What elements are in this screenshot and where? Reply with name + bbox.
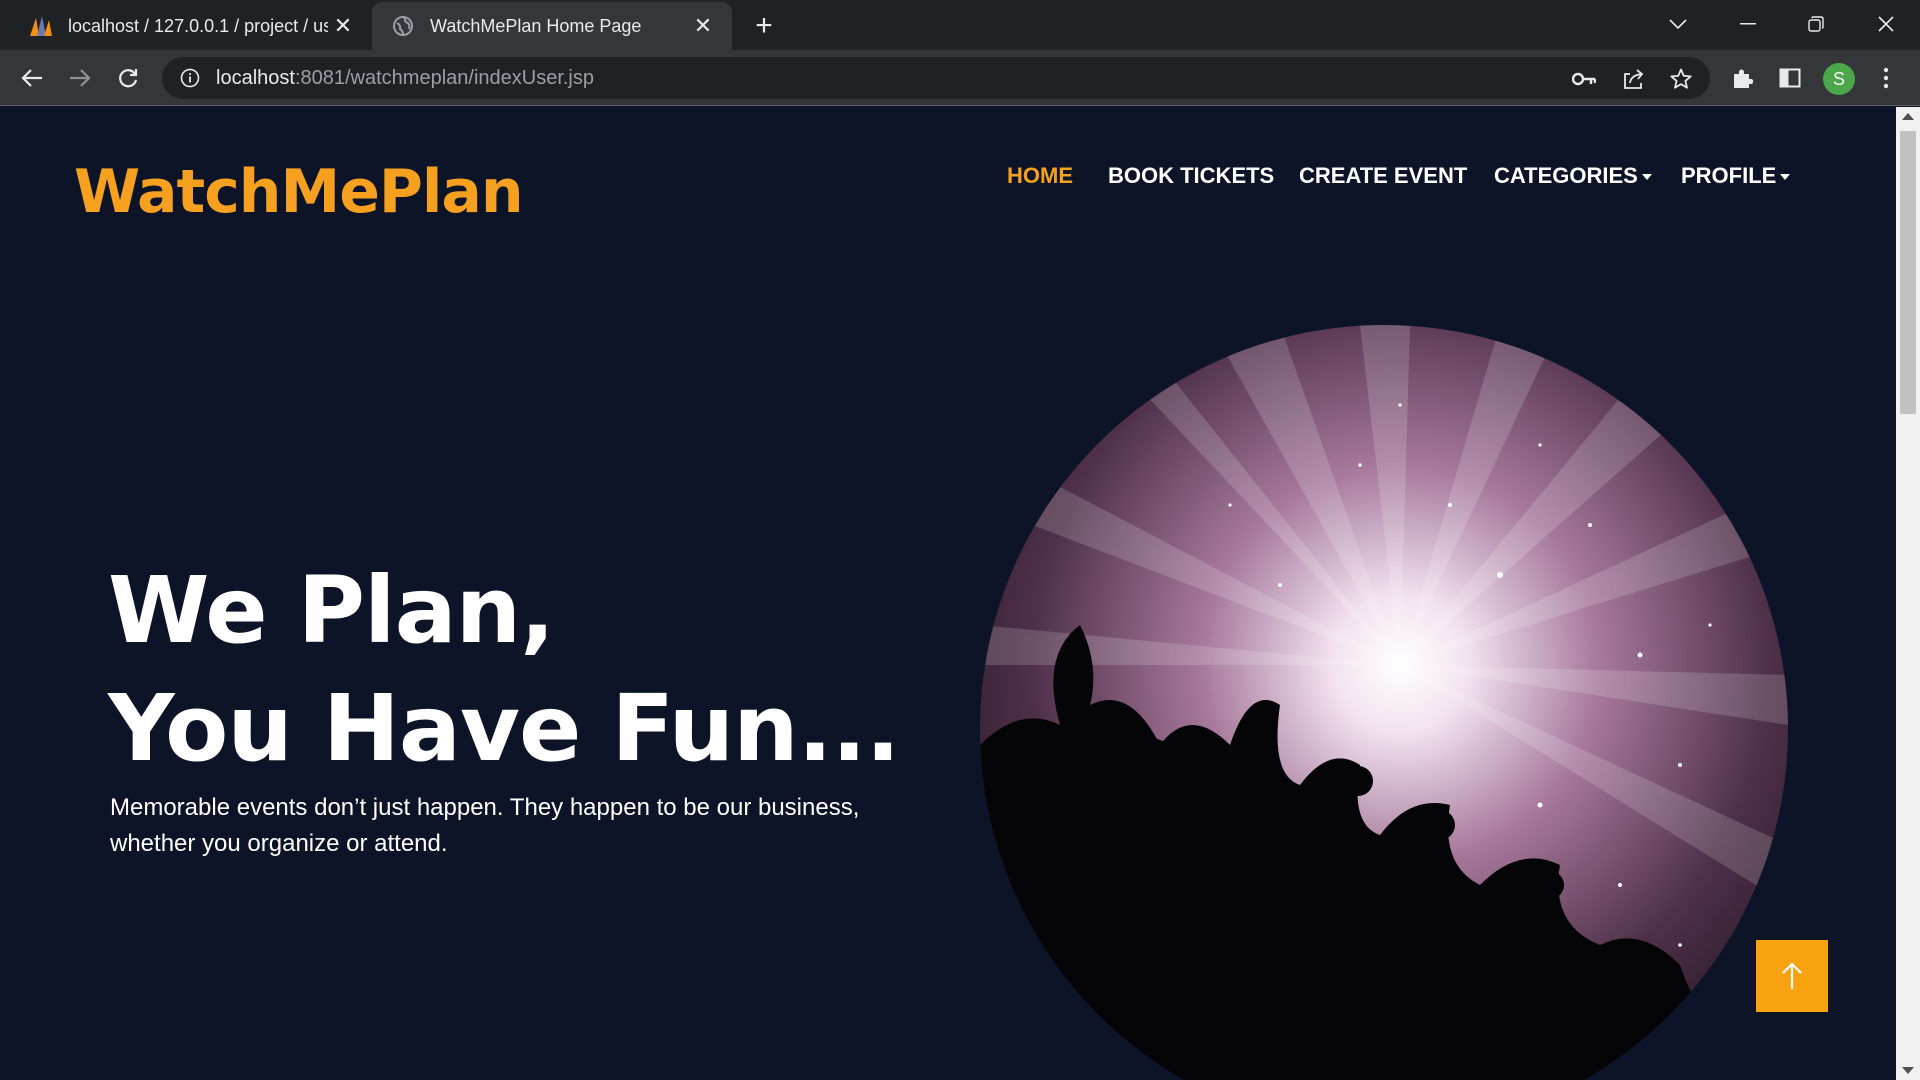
tab-watchmeplan[interactable]: WatchMePlan Home Page ✕ bbox=[372, 2, 732, 50]
nav-profile[interactable]: PROFILE bbox=[1681, 163, 1791, 189]
nav-categories-label: CATEGORIES bbox=[1494, 163, 1638, 188]
arrow-up-icon bbox=[1782, 962, 1802, 989]
browser-toolbar: localhost:8081/watchmeplan/indexUser.jsp… bbox=[0, 50, 1920, 106]
bookmark-star-icon[interactable] bbox=[1668, 66, 1694, 92]
nav-create-event[interactable]: CREATE EVENT bbox=[1299, 163, 1467, 189]
caret-down-icon bbox=[1641, 174, 1652, 181]
hero-title: We Plan, You Have Fun... bbox=[108, 552, 900, 788]
browser-tab-bar: localhost / 127.0.0.1 / project / us ✕ W… bbox=[0, 0, 1920, 50]
globe-icon bbox=[390, 13, 416, 39]
nav-categories[interactable]: CATEGORIES bbox=[1494, 163, 1652, 189]
scroll-up-arrow-icon[interactable] bbox=[1902, 113, 1914, 120]
site-info-icon[interactable] bbox=[178, 66, 202, 90]
key-icon[interactable] bbox=[1571, 66, 1597, 92]
scroll-down-arrow-icon[interactable] bbox=[1902, 1067, 1914, 1074]
close-icon[interactable]: ✕ bbox=[328, 11, 358, 41]
address-bar[interactable]: localhost:8081/watchmeplan/indexUser.jsp bbox=[162, 57, 1710, 99]
phpmyadmin-icon bbox=[28, 13, 54, 39]
share-icon[interactable] bbox=[1620, 66, 1646, 92]
new-tab-icon[interactable]: + bbox=[748, 9, 780, 42]
tab-phpmyadmin[interactable]: localhost / 127.0.0.1 / project / us ✕ bbox=[0, 2, 372, 50]
menu-kebab-icon[interactable] bbox=[1870, 62, 1902, 94]
tab-search-icon[interactable] bbox=[1650, 6, 1706, 42]
reload-icon[interactable] bbox=[110, 60, 146, 96]
tab-title: localhost / 127.0.0.1 / project / us bbox=[68, 15, 328, 36]
tab-title: WatchMePlan Home Page bbox=[430, 15, 642, 36]
close-window-icon[interactable] bbox=[1858, 6, 1914, 42]
main-nav: HOME BOOK TICKETS CREATE EVENT CATEGORIE… bbox=[0, 163, 1896, 203]
hero-title-line2: You Have Fun... bbox=[108, 675, 900, 782]
page-content: WatchMePlan HOME BOOK TICKETS CREATE EVE… bbox=[0, 107, 1896, 1080]
back-icon[interactable] bbox=[14, 60, 50, 96]
side-panel-icon[interactable] bbox=[1774, 62, 1806, 94]
hero-title-line1: We Plan, bbox=[108, 557, 555, 664]
caret-down-icon bbox=[1780, 174, 1791, 181]
url-text: localhost:8081/watchmeplan/indexUser.jsp bbox=[216, 66, 594, 89]
hero-party-image bbox=[980, 325, 1788, 1080]
forward-icon[interactable] bbox=[62, 60, 98, 96]
extensions-icon[interactable] bbox=[1726, 62, 1758, 94]
hero-subtitle: Memorable events don’t just happen. They… bbox=[110, 794, 860, 857]
profile-avatar[interactable]: S bbox=[1823, 63, 1855, 95]
nav-profile-label: PROFILE bbox=[1681, 163, 1777, 188]
scroll-to-top-button[interactable] bbox=[1756, 940, 1828, 1012]
nav-home[interactable]: HOME bbox=[1007, 163, 1073, 189]
close-icon[interactable]: ✕ bbox=[688, 11, 718, 41]
scrollbar-thumb[interactable] bbox=[1900, 131, 1916, 414]
nav-book-tickets[interactable]: BOOK TICKETS bbox=[1108, 163, 1274, 189]
restore-icon[interactable] bbox=[1788, 6, 1844, 42]
page-scrollbar[interactable] bbox=[1896, 107, 1920, 1080]
minimize-icon[interactable] bbox=[1720, 6, 1776, 42]
